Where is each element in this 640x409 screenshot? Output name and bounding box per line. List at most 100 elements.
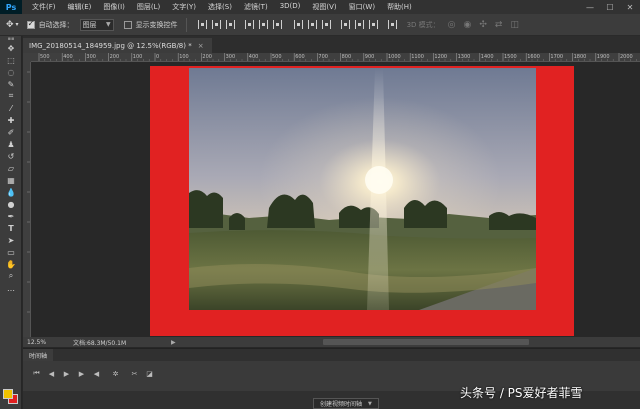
- create-video-timeline-label: 创建视频时间轴: [320, 401, 363, 408]
- ruler-tick-label: 500: [40, 54, 50, 60]
- ruler-tick-label: 200: [202, 54, 212, 60]
- close-window-icon[interactable]: ✕: [620, 0, 640, 14]
- chevron-down-icon[interactable]: ▼: [368, 401, 372, 407]
- document-tab[interactable]: IMG_20180514_184959.jpg @ 12.5%(RGB/8) *…: [23, 38, 212, 53]
- menu-filter[interactable]: 滤镜(T): [238, 2, 274, 12]
- distribute-vcenter-icon[interactable]: [307, 20, 317, 29]
- ruler-tick-label: 1100: [411, 54, 424, 60]
- chevron-down-icon[interactable]: ▾: [16, 21, 19, 28]
- menu-help[interactable]: 帮助(H): [381, 2, 418, 12]
- blur-tool-icon[interactable]: 💧: [0, 186, 22, 198]
- window-controls: — ☐ ✕: [580, 0, 640, 14]
- menu-type[interactable]: 文字(Y): [166, 2, 202, 12]
- document-size: 文档:68.3M/50.1M: [73, 339, 127, 347]
- ruler-corner: [23, 53, 31, 62]
- ruler-tick-label: 800: [341, 54, 352, 60]
- align-right-icon[interactable]: [272, 20, 282, 29]
- transition-icon[interactable]: ◪: [142, 370, 157, 378]
- ruler-tick-label: 1600: [527, 54, 540, 60]
- menu-file[interactable]: 文件(F): [26, 2, 62, 12]
- next-frame-icon[interactable]: ▶: [74, 370, 89, 378]
- distribute-bottom-icon[interactable]: [321, 20, 331, 29]
- history-brush-tool-icon[interactable]: ↺: [0, 150, 22, 162]
- quick-select-tool-icon[interactable]: ✎: [0, 78, 22, 90]
- maximize-icon[interactable]: ☐: [600, 0, 620, 14]
- ruler-vertical: [23, 62, 31, 337]
- previous-frame-icon[interactable]: ◀: [44, 370, 59, 378]
- zoom-tool-icon[interactable]: ⌕: [0, 270, 22, 282]
- ruler-tick-label: 1400: [480, 54, 494, 60]
- menu-select[interactable]: 选择(S): [202, 2, 238, 12]
- align-bottom-icon[interactable]: [225, 20, 235, 29]
- zoom-level[interactable]: 12.5%: [23, 339, 51, 346]
- menu-edit[interactable]: 编辑(E): [62, 2, 98, 12]
- ruler-tick-label: 0: [156, 54, 160, 60]
- create-video-timeline-button[interactable]: 创建视频时间轴 ▼: [313, 398, 379, 409]
- gradient-tool-icon[interactable]: ▦: [0, 174, 22, 186]
- show-transform-checkbox[interactable]: [123, 20, 132, 29]
- lasso-tool-icon[interactable]: ◌: [0, 66, 22, 78]
- menu-layer[interactable]: 图层(L): [131, 2, 166, 12]
- play-icon[interactable]: ▶: [59, 370, 74, 378]
- ruler-tick-label: 100: [179, 54, 189, 60]
- close-icon[interactable]: ×: [198, 42, 204, 50]
- horizontal-scrollbar[interactable]: [323, 339, 529, 345]
- ruler-tick-label: 1700: [550, 54, 564, 60]
- align-left-icon[interactable]: [244, 20, 254, 29]
- distribute-top-icon[interactable]: [293, 20, 303, 29]
- path-selection-tool-icon[interactable]: ➤: [0, 234, 22, 246]
- go-to-first-frame-icon[interactable]: ⏮: [29, 369, 44, 378]
- split-scissors-icon[interactable]: ✂: [127, 370, 142, 378]
- photo-layer[interactable]: [189, 68, 536, 310]
- type-tool-icon[interactable]: T: [0, 222, 22, 234]
- more-tools-icon[interactable]: …: [0, 282, 22, 294]
- status-menu-icon[interactable]: ▶: [171, 339, 176, 346]
- settings-icon[interactable]: ✲: [108, 370, 123, 378]
- canvas-area[interactable]: [31, 62, 640, 337]
- auto-align-icon[interactable]: [387, 20, 397, 29]
- eyedropper-tool-icon[interactable]: ⁄: [0, 102, 22, 114]
- marquee-tool-icon[interactable]: ⬚: [0, 54, 22, 66]
- auto-select-checkbox[interactable]: [26, 19, 35, 29]
- hand-tool-icon[interactable]: ✋: [0, 258, 22, 270]
- ruler-tick-label: 1900: [596, 54, 610, 60]
- ruler-tick-label: 1500: [504, 54, 517, 60]
- foreground-color-swatch[interactable]: [3, 389, 13, 399]
- 3d-scale-icon[interactable]: ◫: [510, 20, 519, 30]
- align-top-icon[interactable]: [197, 20, 207, 29]
- audio-icon[interactable]: ◀: [89, 370, 104, 378]
- ruler-tick-label: 300: [86, 54, 96, 60]
- brush-tool-icon[interactable]: ✐: [0, 126, 22, 138]
- ruler-tick-label: 900: [364, 54, 375, 60]
- timeline-controls: ⏮ ◀ ▶ ▶ ◀ ✲ ✂ ◪: [29, 369, 157, 378]
- chevron-down-icon: ▼: [105, 21, 111, 28]
- dodge-tool-icon[interactable]: ●: [0, 198, 22, 210]
- options-bar: ✥ ▾ 自动选择： 图层 ▼ 显示变换控件 3D 模式： ◎ ◉ ✣ ⇄ ◫: [0, 14, 640, 36]
- menu-image[interactable]: 图像(I): [97, 2, 131, 12]
- minimize-icon[interactable]: —: [580, 0, 600, 14]
- menu-3d[interactable]: 3D(D): [274, 2, 307, 12]
- crop-tool-icon[interactable]: ⌗: [0, 90, 22, 102]
- healing-brush-tool-icon[interactable]: ✚: [0, 114, 22, 126]
- rectangle-tool-icon[interactable]: ▭: [0, 246, 22, 258]
- eraser-tool-icon[interactable]: ▱: [0, 162, 22, 174]
- distribute-right-icon[interactable]: [368, 20, 378, 29]
- distribute-hcenter-icon[interactable]: [354, 20, 364, 29]
- move-tool-icon[interactable]: ✥: [0, 42, 22, 54]
- clone-stamp-tool-icon[interactable]: ♟: [0, 138, 22, 150]
- distribute-left-icon[interactable]: [340, 20, 350, 29]
- align-hcenter-icon[interactable]: [258, 20, 268, 29]
- auto-select-label: 自动选择：: [38, 20, 74, 29]
- align-vcenter-icon[interactable]: [211, 20, 221, 29]
- timeline-panel-header: 时间轴: [23, 348, 640, 362]
- pen-tool-icon[interactable]: ✒: [0, 210, 22, 222]
- menu-window[interactable]: 窗口(W): [343, 2, 381, 12]
- 3d-rotate-icon[interactable]: ◎: [448, 20, 456, 30]
- auto-select-target-dropdown[interactable]: 图层 ▼: [79, 18, 114, 31]
- 3d-slide-icon[interactable]: ⇄: [495, 20, 503, 30]
- menu-view[interactable]: 视图(V): [306, 2, 342, 12]
- ruler-tick-label: 400: [63, 54, 73, 60]
- 3d-pan-icon[interactable]: ✣: [479, 20, 487, 30]
- 3d-roll-icon[interactable]: ◉: [464, 20, 472, 30]
- move-tool-icon[interactable]: ✥: [6, 20, 14, 30]
